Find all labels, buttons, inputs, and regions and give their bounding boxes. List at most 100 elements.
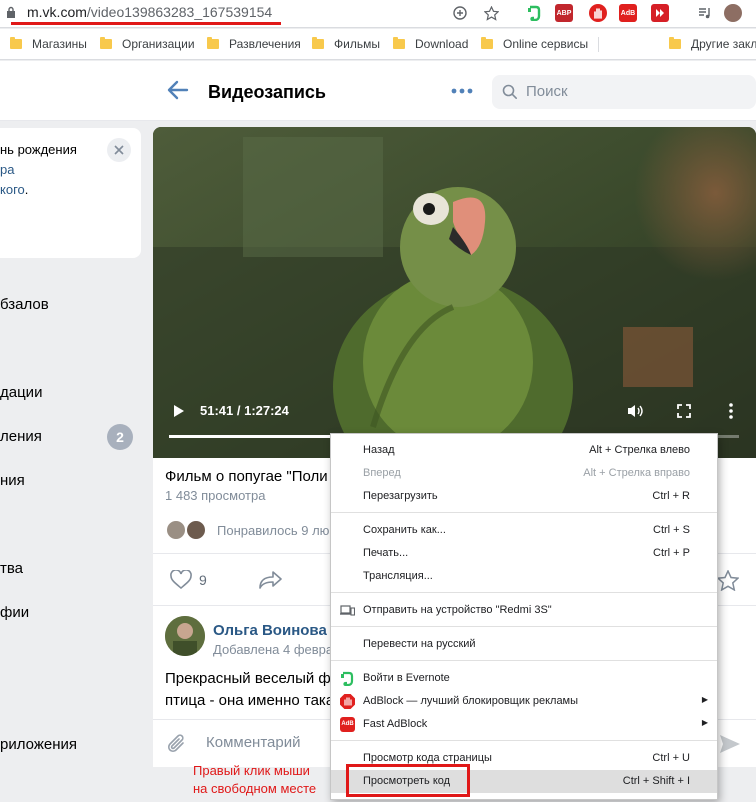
commenter-name[interactable]: Ольга Воинова <box>213 622 327 639</box>
menu-item-cast[interactable]: Трансляция... <box>331 565 717 588</box>
more-options-icon[interactable] <box>451 87 473 95</box>
menu-item-forward[interactable]: Вперед Alt + Стрелка вправо <box>331 462 717 485</box>
adb-label: AdB <box>620 9 636 17</box>
liked-by-text[interactable]: Понравилось 9 лю <box>217 523 329 538</box>
close-icon <box>114 145 124 155</box>
commenter-avatar[interactable] <box>165 616 205 656</box>
menu-item-shortcut: Ctrl + S <box>653 524 690 536</box>
menu-item-adblock[interactable]: AdBlock — лучший блокировщик рекламы ▶ <box>331 690 717 713</box>
media-control-icon[interactable] <box>696 4 714 22</box>
left-menu-item[interactable]: ления <box>0 428 42 445</box>
address-bar[interactable]: m.vk.com/video139863283_167539154 ABP Ad… <box>0 0 756 28</box>
counter-badge: 2 <box>107 424 133 450</box>
url-host: m.vk.com <box>27 4 87 20</box>
url-path: /video139863283_167539154 <box>86 4 273 20</box>
bookmark-item[interactable]: Фильмы <box>312 37 380 51</box>
search-icon <box>502 84 517 99</box>
left-menu-item[interactable]: бзалов <box>0 296 49 313</box>
notice-link[interactable]: ра <box>0 162 14 177</box>
menu-item-label: Трансляция... <box>363 570 433 582</box>
menu-item-label: Назад <box>363 444 395 456</box>
like-count: 9 <box>199 572 207 588</box>
bookmark-label: Фильмы <box>334 37 380 51</box>
adblock-hand-icon[interactable] <box>589 4 607 22</box>
menu-item-send-to-device[interactable]: Отправить на устройство "Redmi 3S" <box>331 599 717 622</box>
menu-separator <box>331 660 717 661</box>
left-menu-item[interactable]: риложения <box>0 736 77 753</box>
video-views: 1 483 просмотра <box>165 488 266 503</box>
bookmark-item-other[interactable]: Другие закл <box>669 37 756 51</box>
annotation-line: Правый клик мыши <box>193 763 310 778</box>
bookmark-item[interactable]: Download <box>393 37 468 51</box>
fast-adblock-icon: AdB <box>340 717 355 732</box>
adblock-plus-icon[interactable]: ABP <box>555 4 573 22</box>
bookmark-item[interactable]: Магазины <box>10 37 87 51</box>
url-underline-annotation <box>11 22 281 25</box>
menu-item-print[interactable]: Печать... Ctrl + P <box>331 542 717 565</box>
bookmark-label: Организации <box>122 37 195 51</box>
bookmark-item[interactable]: Организации <box>100 37 195 51</box>
vk-header: Видеозапись Поиск <box>0 61 756 121</box>
left-menu-item[interactable]: тва <box>0 560 23 577</box>
menu-item-label: Вперед <box>363 467 401 479</box>
page-title: Видеозапись <box>208 82 326 102</box>
play-icon[interactable] <box>173 404 185 418</box>
menu-item-translate[interactable]: Перевести на русский <box>331 633 717 656</box>
menu-item-save-as[interactable]: Сохранить как... Ctrl + S <box>331 519 717 542</box>
folder-icon <box>312 37 324 49</box>
avatar[interactable] <box>185 519 207 541</box>
menu-item-label: Перезагрузить <box>363 490 438 502</box>
menu-item-fast-adblock[interactable]: AdB Fast AdBlock ▶ <box>331 713 717 736</box>
folder-icon <box>100 37 112 49</box>
menu-item-label: Сохранить как... <box>363 524 446 536</box>
menu-item-back[interactable]: Назад Alt + Стрелка влево <box>331 439 717 462</box>
left-menu-item[interactable]: фии <box>0 604 29 621</box>
screen: m.vk.com/video139863283_167539154 ABP Ad… <box>0 0 756 802</box>
folder-icon <box>393 37 405 49</box>
search-placeholder: Поиск <box>526 83 568 100</box>
submenu-arrow-icon: ▶ <box>701 718 708 727</box>
send-icon[interactable] <box>719 734 741 754</box>
left-menu-item[interactable]: дации <box>0 384 42 401</box>
back-arrow-icon[interactable] <box>165 79 191 101</box>
left-menu-item[interactable]: ния <box>0 472 25 489</box>
context-menu: Назад Alt + Стрелка влево Вперед Alt + Стр… <box>330 433 718 800</box>
bookmark-separator <box>598 37 599 52</box>
media-extension-icon[interactable] <box>651 4 669 22</box>
video-more-icon[interactable] <box>729 403 733 419</box>
close-notice-button[interactable] <box>107 138 131 162</box>
comment-line: Прекрасный веселый фи <box>165 670 340 687</box>
search-input[interactable]: Поиск <box>492 75 756 109</box>
attach-paperclip-icon[interactable] <box>167 733 187 755</box>
share-icon[interactable] <box>259 571 283 589</box>
fast-adblock-icon[interactable]: AdB <box>619 4 637 22</box>
like-heart-icon[interactable] <box>170 570 192 590</box>
bookmark-item[interactable]: Развлечения <box>207 37 301 51</box>
add-icon[interactable] <box>451 4 469 22</box>
menu-item-evernote[interactable]: Войти в Evernote <box>331 667 717 690</box>
profile-avatar[interactable] <box>724 4 742 22</box>
url-text[interactable]: m.vk.com/video139863283_167539154 <box>27 4 272 20</box>
favorite-star-icon[interactable] <box>717 570 739 591</box>
lock-icon <box>7 6 15 18</box>
comment-line: птица - она именно така <box>165 692 335 709</box>
menu-item-shortcut: Ctrl + U <box>652 752 690 764</box>
fullscreen-icon[interactable] <box>677 404 691 418</box>
bookmark-label: Download <box>415 37 469 51</box>
notice-link[interactable]: кого <box>0 182 25 197</box>
evernote-icon <box>341 671 354 686</box>
evernote-icon[interactable] <box>525 4 543 22</box>
video-player[interactable]: 51:41 / 1:27:24 <box>153 127 756 458</box>
bookmark-label: Другие закл <box>691 37 756 51</box>
menu-item-reload[interactable]: Перезагрузить Ctrl + R <box>331 485 717 508</box>
menu-item-shortcut: Alt + Стрелка влево <box>589 444 690 456</box>
menu-item-shortcut: Ctrl + P <box>653 547 690 559</box>
video-title: Фильм о попугае "Поли <box>165 468 328 485</box>
folder-icon <box>481 37 493 49</box>
volume-icon[interactable] <box>627 403 643 419</box>
avatar[interactable] <box>165 519 187 541</box>
star-bookmark-icon[interactable] <box>482 4 500 22</box>
bookmark-item[interactable]: Online сервисы <box>481 37 588 51</box>
menu-item-label: Просмотр кода страницы <box>363 752 492 764</box>
bookmark-label: Развлечения <box>229 37 301 51</box>
